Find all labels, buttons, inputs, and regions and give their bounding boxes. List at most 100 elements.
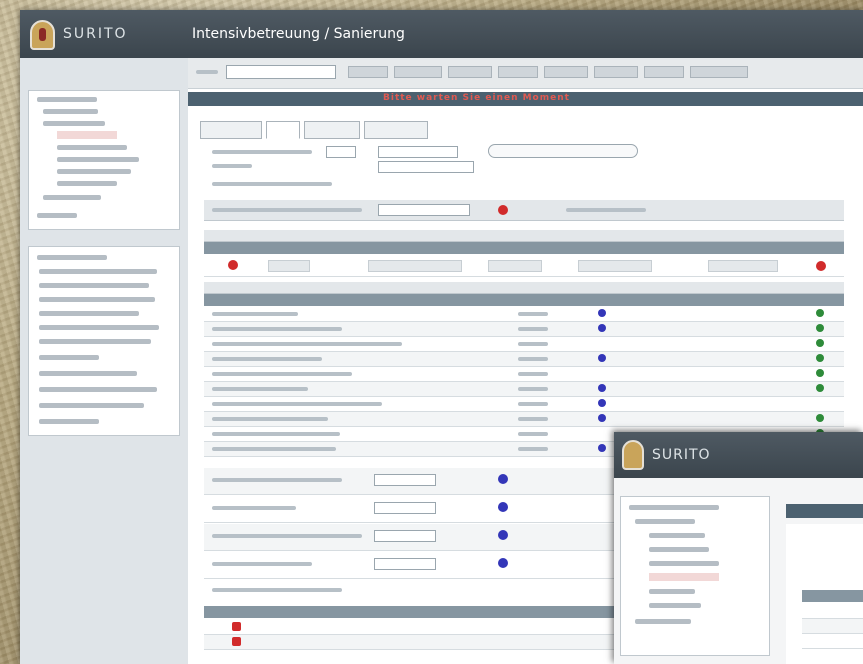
form-field[interactable] (326, 146, 356, 158)
table-row[interactable] (802, 604, 863, 619)
nav-item[interactable] (43, 195, 101, 200)
page-title: Intensivbetreuung / Sanierung (192, 26, 405, 42)
row-category (518, 447, 548, 451)
checklist-item[interactable] (39, 387, 157, 392)
table-header (204, 242, 844, 254)
nav-item[interactable] (43, 121, 105, 126)
status-blue-dot-icon (598, 309, 606, 317)
checklist-item[interactable] (39, 311, 139, 316)
tab-active[interactable] (266, 121, 300, 139)
row-category (518, 402, 548, 406)
checklist-item[interactable] (39, 371, 137, 376)
table-cell[interactable] (488, 260, 542, 272)
nav-item[interactable] (649, 589, 695, 594)
status-blue-dot-icon (498, 530, 508, 540)
row-category (518, 417, 548, 421)
tab[interactable] (364, 121, 428, 139)
status-bar (786, 504, 863, 518)
status-blue-dot-icon (498, 502, 508, 512)
summary-label (212, 534, 362, 538)
row-text (212, 432, 340, 436)
checklist-item[interactable] (39, 403, 144, 408)
status-red-dot-icon (498, 205, 508, 215)
nav-item[interactable] (43, 109, 98, 114)
nav-item[interactable] (37, 213, 77, 218)
status-blue-dot-icon (598, 324, 606, 332)
status-green-dot-icon (816, 414, 824, 422)
status-red-dot-icon (232, 622, 241, 631)
checklist-item[interactable] (39, 297, 155, 302)
status-green-dot-icon (816, 339, 824, 347)
nav-item[interactable] (649, 561, 719, 566)
table-row[interactable] (802, 619, 863, 634)
summary-field[interactable] (374, 474, 436, 486)
toolbar-button[interactable] (448, 66, 492, 78)
section-label (212, 588, 342, 592)
summary-field[interactable] (374, 530, 436, 542)
table-header (802, 590, 863, 602)
status-red-dot-icon (816, 261, 826, 271)
row-text (212, 387, 308, 391)
nav-item[interactable] (57, 157, 139, 162)
nav-item[interactable] (649, 603, 701, 608)
logo-shield-icon (30, 20, 55, 50)
summary-label (212, 506, 296, 510)
row-text (212, 327, 342, 331)
nav-item[interactable] (57, 169, 131, 174)
status-green-dot-icon (816, 354, 824, 362)
nav-item-selected[interactable] (57, 131, 117, 139)
toolbar-button[interactable] (394, 66, 442, 78)
checklist-item[interactable] (39, 339, 151, 344)
search-input[interactable] (226, 65, 336, 79)
table-cell[interactable] (708, 260, 778, 272)
tab[interactable] (304, 121, 360, 139)
checklist-item[interactable] (39, 325, 159, 330)
table-cell[interactable] (578, 260, 652, 272)
status-blue-dot-icon (598, 414, 606, 422)
toolbar-button[interactable] (594, 66, 638, 78)
nav-item[interactable] (649, 547, 709, 552)
status-blue-dot-icon (598, 384, 606, 392)
toolbar-button[interactable] (498, 66, 538, 78)
row-text (212, 372, 352, 376)
nav-item[interactable] (57, 181, 117, 186)
nav-item[interactable] (37, 97, 97, 102)
nav-item-selected[interactable] (649, 573, 719, 581)
row-category (518, 342, 548, 346)
summary-field[interactable] (374, 502, 436, 514)
status-bar: Bitte warten Sie einen Moment (188, 92, 863, 106)
dropdown-field[interactable] (378, 161, 474, 173)
checklist-item[interactable] (39, 419, 99, 424)
nav-item[interactable] (57, 145, 127, 150)
table-cell[interactable] (368, 260, 462, 272)
strip-field[interactable] (378, 204, 470, 216)
checklist-item[interactable] (39, 355, 99, 360)
nav-item[interactable] (649, 533, 705, 538)
table-row[interactable] (802, 634, 863, 649)
date-field[interactable] (378, 146, 458, 158)
checklist-item[interactable] (39, 269, 157, 274)
checklist-title (37, 255, 107, 260)
strip-label (212, 208, 362, 212)
toolbar-button[interactable] (348, 66, 388, 78)
sidebar (20, 58, 189, 664)
summary-label (212, 562, 312, 566)
table-cell[interactable] (268, 260, 310, 272)
nav-item[interactable] (635, 519, 695, 524)
row-text (212, 312, 298, 316)
brand-name: SURITO (63, 26, 128, 42)
summary-field[interactable] (374, 558, 436, 570)
row-category (518, 372, 548, 376)
checklist-item[interactable] (39, 283, 149, 288)
toolbar-button[interactable] (644, 66, 684, 78)
action-button[interactable] (488, 144, 638, 158)
status-green-dot-icon (816, 324, 824, 332)
nav-item[interactable] (635, 619, 691, 624)
tab[interactable] (200, 121, 262, 139)
toolbar-button[interactable] (690, 66, 748, 78)
main-content (786, 524, 863, 664)
nav-item[interactable] (629, 505, 719, 510)
row-text (212, 417, 328, 421)
row-category (518, 357, 548, 361)
toolbar-button[interactable] (544, 66, 588, 78)
